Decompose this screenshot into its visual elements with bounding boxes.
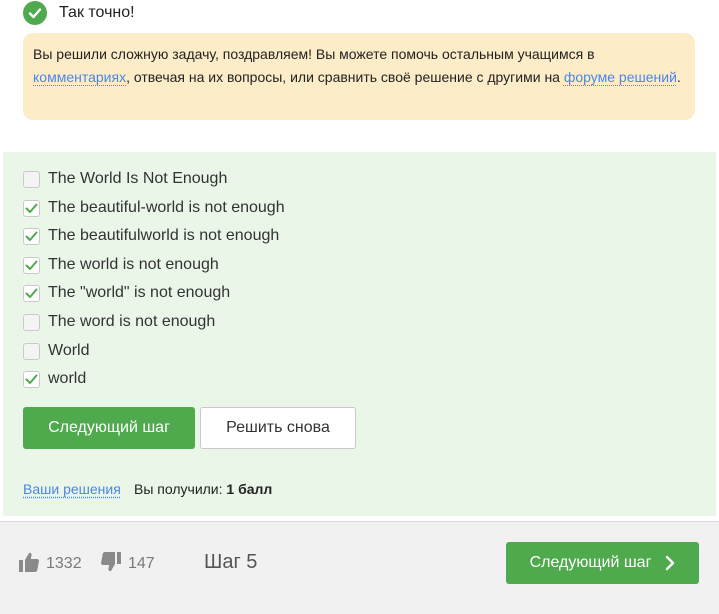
checkmark-icon — [25, 288, 38, 298]
checkmark-icon — [25, 203, 38, 213]
option-5[interactable]: The "world" is not enough — [23, 281, 230, 305]
checkbox-unchecked[interactable] — [23, 170, 40, 188]
dislike-count: 147 — [128, 555, 155, 572]
forum-link[interactable]: форуме решений — [564, 69, 677, 85]
thumbs-down-icon — [100, 551, 122, 578]
option-2[interactable]: The beautiful-world is not enough — [23, 196, 285, 220]
option-1[interactable]: The World Is Not Enough — [23, 167, 227, 191]
checkmark-icon — [25, 374, 38, 384]
step-label: Шаг 5 — [204, 551, 258, 573]
success-check-icon — [23, 1, 47, 25]
checkbox-checked[interactable] — [23, 227, 40, 245]
like-count: 1332 — [46, 555, 82, 572]
thumbs-up-icon — [18, 551, 40, 578]
option-label: The World Is Not Enough — [48, 170, 228, 187]
dislike-button[interactable]: 147 — [100, 549, 155, 579]
like-button[interactable]: 1332 — [18, 549, 82, 579]
chevron-right-icon — [665, 555, 675, 571]
score-text: Вы получили: 1 балл — [134, 481, 272, 497]
footer-next-label: Следующий шаг — [529, 554, 652, 571]
congrats-text-1: Вы решили сложную задачу, поздравляем! В… — [33, 46, 595, 62]
option-label: The "world" is not enough — [48, 284, 231, 301]
score-prefix: Вы получили: — [134, 481, 227, 497]
option-label: The word is not enough — [48, 313, 216, 330]
checkmark-icon — [25, 231, 38, 241]
option-label: world — [48, 370, 87, 387]
next-step-button[interactable]: Следующий шаг — [23, 407, 195, 449]
option-4[interactable]: The world is not enough — [23, 253, 219, 277]
retry-button[interactable]: Решить снова — [200, 407, 356, 449]
option-label: The world is not enough — [48, 256, 219, 273]
comments-link[interactable]: комментариях — [33, 69, 126, 85]
option-label: The beautifulworld is not enough — [48, 227, 280, 244]
congrats-text-3: . — [676, 68, 681, 85]
checkbox-unchecked[interactable] — [23, 342, 40, 360]
option-label: The beautiful-world is not enough — [48, 199, 285, 216]
checkbox-unchecked[interactable] — [23, 313, 40, 331]
step-footer: 1332 147 Шаг 5 Следующий шаг — [0, 521, 719, 614]
answers-panel: The World Is Not Enough The beautiful-wo… — [3, 152, 716, 516]
score-value: 1 балл — [226, 481, 273, 497]
correct-header: Так точно! — [23, 0, 135, 26]
checkbox-checked[interactable] — [23, 284, 40, 302]
checkbox-checked[interactable] — [23, 370, 40, 388]
footer-next-step-button[interactable]: Следующий шаг — [506, 542, 699, 584]
option-6[interactable]: The word is not enough — [23, 310, 215, 334]
your-solutions-link[interactable]: Ваши решения — [23, 481, 121, 497]
option-8[interactable]: world — [23, 367, 86, 391]
checkmark-icon — [25, 260, 38, 270]
option-3[interactable]: The beautifulworld is not enough — [23, 224, 279, 248]
checkbox-checked[interactable] — [23, 256, 40, 274]
result-title: Так точно! — [59, 4, 135, 21]
congrats-text-2: , отвечая на их вопросы, или сравнить св… — [126, 68, 564, 85]
option-label: World — [48, 342, 90, 359]
checkbox-checked[interactable] — [23, 199, 40, 217]
option-7[interactable]: World — [23, 339, 90, 363]
congrats-message: Вы решили сложную задачу, поздравляем! В… — [23, 33, 695, 120]
